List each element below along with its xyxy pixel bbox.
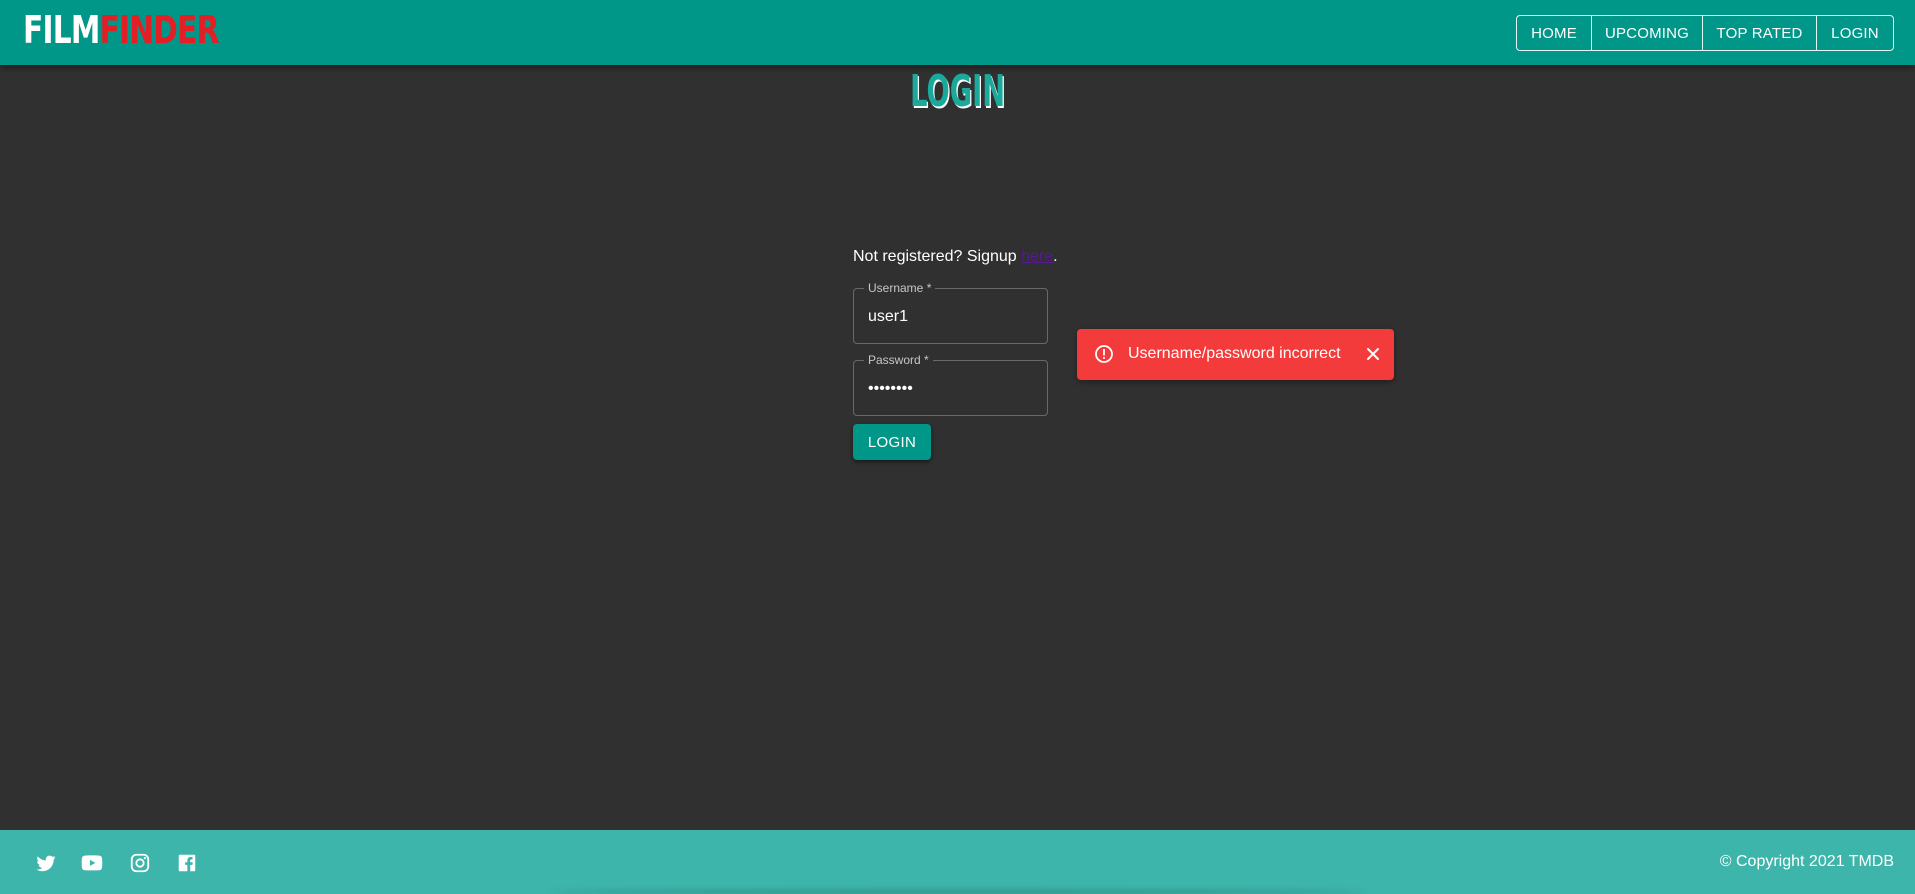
footer: © Copyright 2021 TMDB: [0, 830, 1915, 894]
youtube-icon[interactable]: [81, 852, 103, 874]
facebook-icon[interactable]: [176, 852, 198, 874]
error-alert: Username/password incorrect: [1077, 329, 1394, 380]
signup-prompt-suffix: .: [1053, 248, 1058, 265]
page-title: LOGIN: [0, 66, 1915, 118]
username-field[interactable]: Username * user1: [853, 281, 1048, 344]
nav-login-button[interactable]: LOGIN: [1817, 16, 1893, 50]
page-title-text: LOGIN: [910, 66, 1005, 117]
logo-film: FILM: [23, 8, 100, 52]
login-button[interactable]: LOGIN: [853, 424, 931, 460]
app-bar: FILMFINDER HOME UPCOMING TOP RATED LOGIN: [0, 0, 1915, 65]
error-outline-icon: [1095, 345, 1113, 363]
logo-finder: FINDER: [99, 8, 220, 52]
password-input[interactable]: ••••••••: [868, 379, 913, 399]
footer-shadow: [550, 890, 1365, 894]
instagram-icon[interactable]: [129, 852, 151, 874]
nav-top-rated-button[interactable]: TOP RATED: [1703, 16, 1817, 50]
signup-prompt: Not registered? Signup here.: [853, 248, 1058, 266]
password-field[interactable]: Password * ••••••••: [853, 353, 1048, 416]
nav-home-button[interactable]: HOME: [1517, 16, 1592, 50]
signup-prompt-text: Not registered? Signup: [853, 248, 1022, 265]
copyright-text: © Copyright 2021 TMDB: [1719, 853, 1894, 870]
twitter-icon[interactable]: [35, 852, 57, 874]
nav-button-group: HOME UPCOMING TOP RATED LOGIN: [1516, 15, 1894, 51]
alert-message: Username/password incorrect: [1128, 345, 1341, 362]
username-input[interactable]: user1: [868, 307, 908, 327]
logo[interactable]: FILMFINDER: [23, 8, 219, 52]
signup-link[interactable]: here: [1021, 248, 1053, 265]
username-label: Username *: [864, 281, 936, 295]
password-label: Password *: [864, 353, 933, 367]
nav-upcoming-button[interactable]: UPCOMING: [1592, 16, 1703, 50]
close-icon[interactable]: [1364, 345, 1382, 363]
